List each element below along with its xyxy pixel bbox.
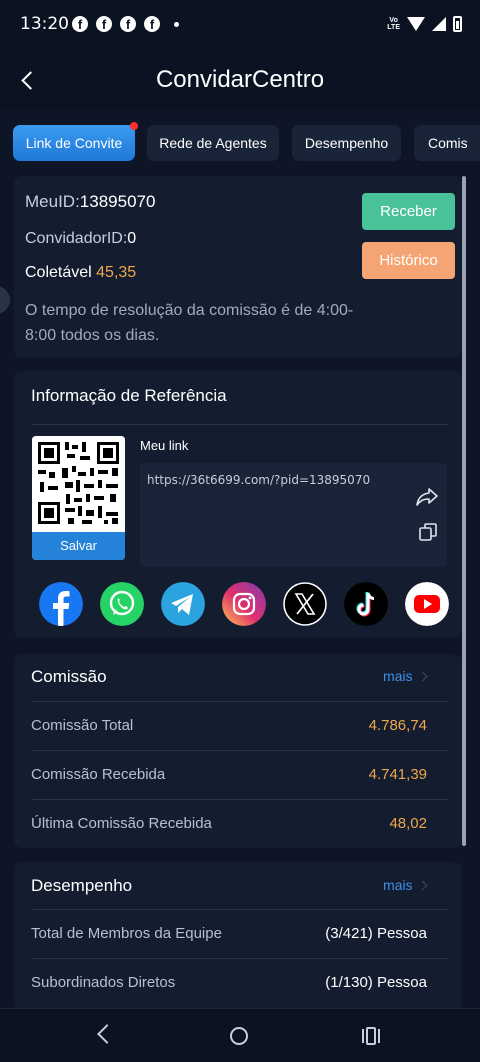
- link-box: https://36t6699.com/?pid=13895070: [140, 463, 447, 567]
- coletavel-label: Coletável: [25, 264, 92, 281]
- facebook-notification-icon: f: [120, 16, 136, 32]
- share-icon[interactable]: [415, 487, 439, 507]
- instagram-icon[interactable]: [222, 582, 266, 626]
- tab-comissao[interactable]: Comis: [414, 125, 480, 161]
- wifi-icon: [407, 17, 425, 31]
- volte-icon: Vo LTE: [387, 17, 400, 31]
- convidador-id-row: ConvidadorID:0: [25, 230, 136, 248]
- performance-more-link[interactable]: mais: [383, 877, 426, 893]
- referral-link[interactable]: https://36t6699.com/?pid=13895070: [147, 473, 370, 487]
- performance-title: Desempenho: [31, 876, 133, 895]
- tab-rede-de-agentes[interactable]: Rede de Agentes: [147, 125, 279, 161]
- receber-button[interactable]: Receber: [362, 193, 455, 230]
- commission-title: Comissão: [31, 667, 107, 686]
- save-qr-button[interactable]: Salvar: [32, 532, 125, 560]
- facebook-notification-icon: f: [144, 16, 160, 32]
- nav-recents-icon[interactable]: [362, 1027, 380, 1045]
- link-label: Meu link: [140, 438, 189, 453]
- last-commission-value: 48,02: [389, 815, 427, 832]
- tab-desempenho[interactable]: Desempenho: [292, 125, 401, 161]
- divider: [31, 958, 448, 959]
- tiktok-icon[interactable]: [344, 582, 388, 626]
- scrollbar[interactable]: [462, 176, 466, 846]
- convidador-id-value: 0: [127, 230, 137, 247]
- telegram-icon[interactable]: [161, 582, 205, 626]
- floating-side-handle[interactable]: [0, 286, 10, 314]
- direct-subordinates-label: Subordinados Diretos: [31, 974, 176, 991]
- battery-icon: [453, 16, 462, 32]
- tab-link-de-convite[interactable]: Link de Convite: [13, 125, 135, 161]
- status-time: 13:20: [20, 14, 69, 34]
- x-icon[interactable]: [283, 582, 327, 626]
- referral-title: Informação de Referência: [31, 386, 227, 405]
- last-commission-label: Última Comissão Recebida: [31, 815, 212, 832]
- meu-id-label: MeuID:: [25, 192, 80, 211]
- historico-button[interactable]: Histórico: [362, 242, 455, 279]
- youtube-icon[interactable]: [405, 582, 449, 626]
- commission-more-link[interactable]: mais: [383, 668, 426, 684]
- divider: [31, 750, 448, 751]
- meu-id-row: MeuID:13895070: [25, 192, 155, 212]
- settlement-note: O tempo de resolução da comissão é de 4:…: [25, 302, 354, 344]
- direct-subordinates-value: (1/130) Pessoa: [325, 974, 427, 991]
- system-nav-bar: [0, 1008, 480, 1062]
- commission-received-value: 4.741,39: [368, 766, 427, 783]
- status-bar: 13:20 f f f f Vo LTE: [0, 0, 480, 50]
- commission-total-value: 4.786,74: [368, 717, 427, 734]
- facebook-notification-icon: f: [96, 16, 112, 32]
- meu-id-value: 13895070: [79, 192, 156, 211]
- whatsapp-icon[interactable]: [100, 582, 144, 626]
- divider: [31, 701, 448, 702]
- divider: [31, 424, 448, 425]
- signal-icon: [432, 17, 446, 31]
- status-icons: Vo LTE: [387, 14, 462, 34]
- facebook-icon[interactable]: [39, 582, 83, 626]
- more-notifications-dot: [174, 22, 179, 27]
- divider: [31, 799, 448, 800]
- divider: [31, 909, 448, 910]
- tab-bar: Link de Convite Rede de Agentes Desempen…: [0, 110, 480, 176]
- coletavel-row: Coletável 45,35: [25, 264, 136, 282]
- commission-total-label: Comissão Total: [31, 717, 134, 734]
- nav-back-icon[interactable]: [97, 1024, 117, 1044]
- qr-code-image: [32, 436, 125, 532]
- qr-code: Salvar: [32, 436, 125, 560]
- team-members-value: (3/421) Pessoa: [325, 925, 427, 942]
- commission-received-label: Comissão Recebida: [31, 766, 166, 783]
- notification-badge: [130, 122, 138, 130]
- convidador-id-label: ConvidadorID:: [25, 230, 128, 247]
- page-title: ConvidarCentro: [155, 66, 325, 93]
- nav-home-icon[interactable]: [230, 1027, 248, 1045]
- coletavel-value: 45,35: [96, 264, 137, 281]
- copy-icon[interactable]: [419, 523, 437, 541]
- facebook-notification-icon: f: [72, 16, 88, 32]
- team-members-label: Total de Membros da Equipe: [31, 925, 222, 942]
- app-header: ConvidarCentro: [0, 50, 480, 110]
